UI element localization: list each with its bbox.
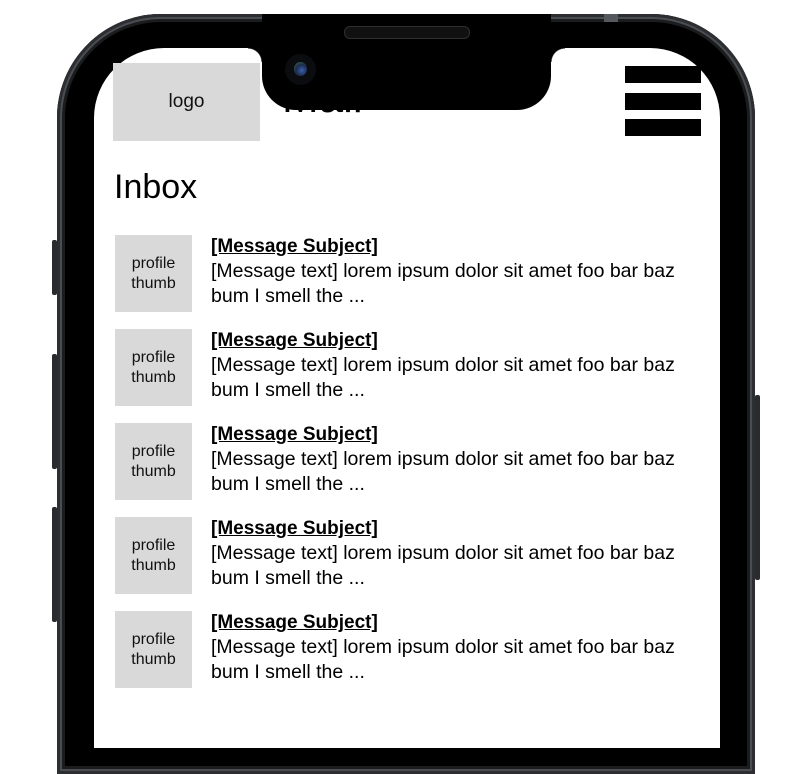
front-camera-icon [285,54,316,85]
message-subject-link[interactable]: [Message Subject] [211,235,701,259]
message-preview: [Message text] lorem ipsum dolor sit ame… [211,448,675,495]
profile-thumb: profile thumb [115,329,192,406]
message-subject-link[interactable]: [Message Subject] [211,329,701,353]
message-preview: [Message text] lorem ipsum dolor sit ame… [211,354,675,401]
frame-antenna-band [604,14,618,22]
message-list-item[interactable]: profile thumb [Message Subject] [Message… [115,423,715,501]
left-side-button-volume-down [52,507,57,622]
message-preview: [Message text] lorem ipsum dolor sit ame… [211,636,675,683]
profile-thumb: profile thumb [115,235,192,312]
hamburger-menu-icon-bar-top [625,66,701,83]
logo-label: logo [168,91,205,112]
speaker-grille [344,26,470,39]
message-list-item[interactable]: profile thumb [Message Subject] [Message… [115,235,715,313]
message-list-item[interactable]: profile thumb [Message Subject] [Message… [115,517,715,595]
right-side-button-power [755,395,760,580]
message-subject-link[interactable]: [Message Subject] [211,611,701,635]
message-list-item[interactable]: profile thumb [Message Subject] [Message… [115,329,715,407]
profile-thumb-label: profile thumb [131,254,176,292]
message-preview: [Message text] lorem ipsum dolor sit ame… [211,542,675,589]
hamburger-menu-button[interactable] [625,66,701,136]
profile-thumb: profile thumb [115,517,192,594]
inbox-heading: Inbox [114,168,198,206]
left-side-button-silent [52,240,57,295]
message-subject-link[interactable]: [Message Subject] [211,517,701,541]
hamburger-menu-icon-bar-bottom [625,119,701,136]
hamburger-menu-icon-bar-middle [625,93,701,110]
left-side-button-volume-up [52,354,57,469]
profile-thumb-label: profile thumb [131,630,176,668]
message-subject-link[interactable]: [Message Subject] [211,423,701,447]
message-list-item[interactable]: profile thumb [Message Subject] [Message… [115,611,715,689]
profile-thumb-label: profile thumb [131,348,176,386]
profile-thumb: profile thumb [115,423,192,500]
message-preview: [Message text] lorem ipsum dolor sit ame… [211,260,675,307]
logo-placeholder[interactable]: logo [113,63,260,141]
profile-thumb: profile thumb [115,611,192,688]
profile-thumb-label: profile thumb [131,442,176,480]
profile-thumb-label: profile thumb [131,536,176,574]
